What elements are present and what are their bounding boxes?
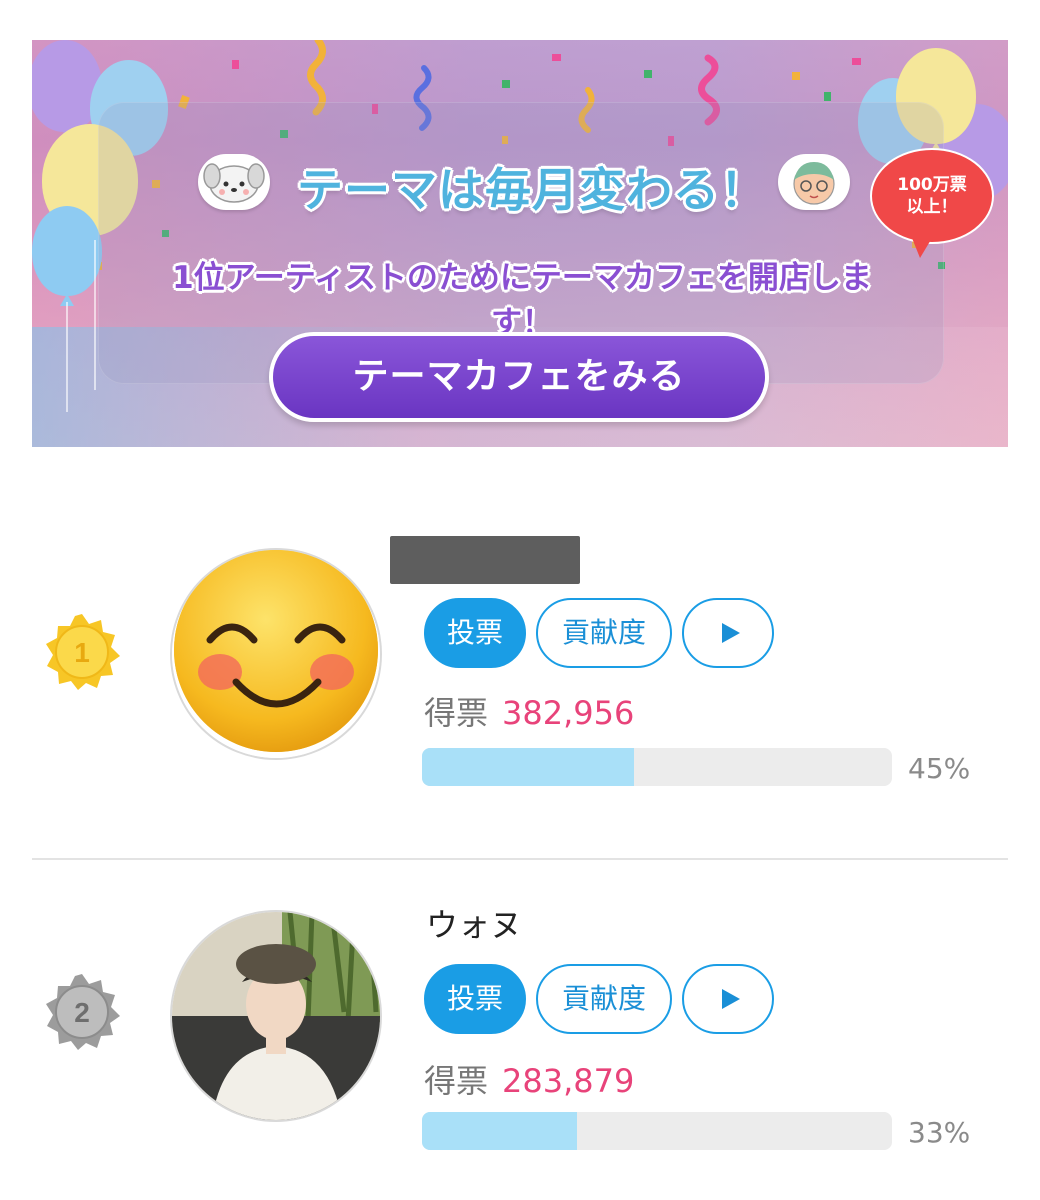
- vote-progress-bar: [422, 748, 892, 786]
- rank-number: 1: [74, 637, 90, 668]
- badge-text: 100万票 以上！: [897, 175, 967, 217]
- balloon-blue-icon: [32, 206, 102, 306]
- votes-number: 283,879: [502, 1062, 635, 1100]
- vote-progress-fill: [422, 748, 634, 786]
- votes-label: 得票: [424, 694, 489, 732]
- artist-name-redacted: [390, 536, 580, 584]
- vote-progress-fill: [422, 1112, 578, 1150]
- vote-count: 得票 283,879: [424, 1056, 634, 1102]
- dog-sticker-icon: [198, 154, 270, 210]
- balloon-string: [66, 302, 68, 412]
- vote-button[interactable]: 投票: [424, 964, 526, 1034]
- play-icon: [722, 989, 740, 1009]
- balloon-string: [94, 240, 96, 390]
- artist-name: ウォヌ: [426, 906, 523, 944]
- votes-number: 382,956: [502, 694, 635, 732]
- view-theme-cafe-button[interactable]: テーマカフェをみる: [269, 332, 769, 422]
- vote-button[interactable]: 投票: [424, 598, 526, 668]
- silver-medal-icon: 2: [42, 972, 122, 1052]
- million-votes-badge: 100万票 以上！: [870, 148, 994, 258]
- boy-sticker-icon: [778, 154, 850, 210]
- banner-title: テーマは毎月変わる！: [297, 163, 767, 217]
- banner-subtitle: 1位アーティストのためにテーマカフェを開店します！: [172, 260, 872, 341]
- vote-count: 得票 382,956: [424, 688, 634, 734]
- ranking-row-2: 2 ウォヌ 投票 貢献度 得票 283,879 33%: [32, 880, 1008, 1180]
- play-button[interactable]: [682, 598, 774, 668]
- ranking-row-1: 1 投票 貢献度 得票 382,956 45%: [32, 520, 1008, 820]
- avatar: [170, 548, 382, 760]
- vote-percent: 45%: [908, 752, 971, 785]
- vote-percent: 33%: [908, 1116, 971, 1149]
- row-divider: [32, 858, 1008, 860]
- votes-label: 得票: [424, 1062, 489, 1100]
- play-button[interactable]: [682, 964, 774, 1034]
- gold-medal-icon: 1: [42, 612, 122, 692]
- vote-progress-bar: [422, 1112, 892, 1150]
- theme-cafe-banner[interactable]: テーマは毎月変わる！ 1位アーティストのためにテーマカフェを開店します！ 100…: [32, 40, 1008, 447]
- contribution-button[interactable]: 貢献度: [536, 598, 672, 668]
- avatar: [170, 910, 382, 1122]
- rank-number: 2: [74, 997, 90, 1028]
- play-icon: [722, 623, 740, 643]
- contribution-button[interactable]: 貢献度: [536, 964, 672, 1034]
